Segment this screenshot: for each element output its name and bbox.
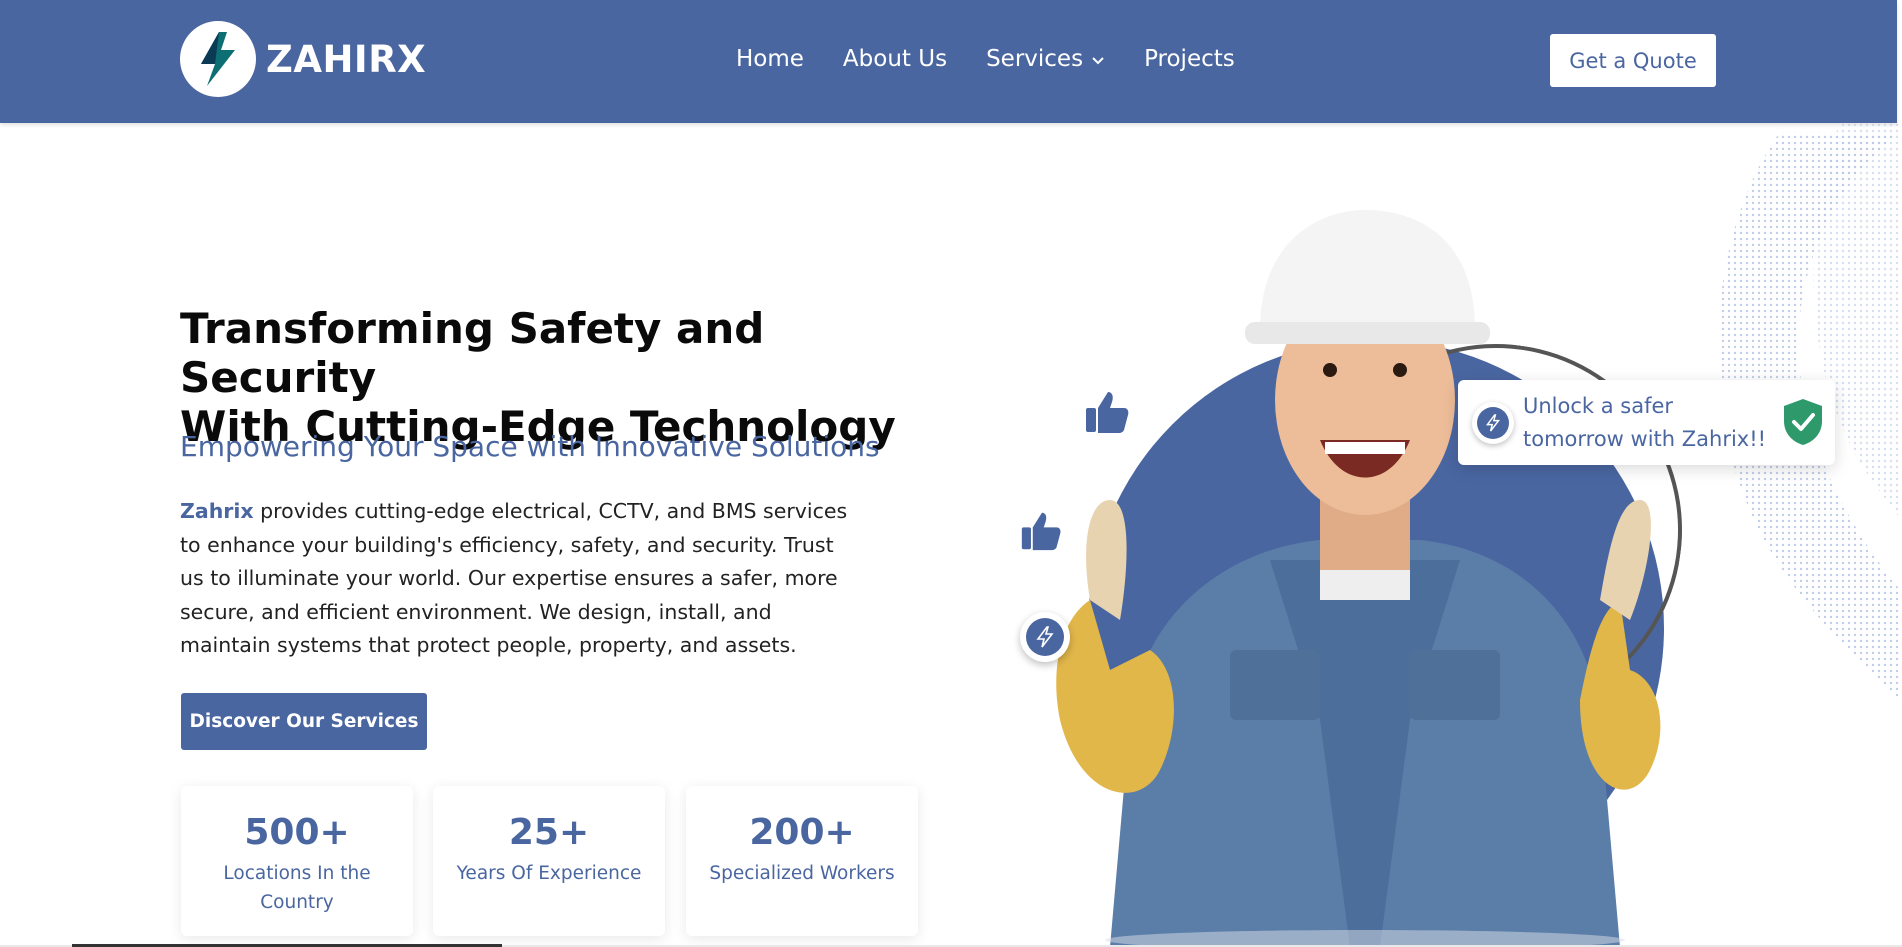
lightning-badge	[1020, 612, 1070, 662]
site-header: ZAHIRX Home About Us Services Projects G…	[0, 0, 1897, 123]
thumbs-up-icon	[1021, 512, 1061, 551]
nav-about-us[interactable]: About Us	[843, 46, 947, 72]
nav-home[interactable]: Home	[736, 46, 804, 72]
thumbs-up-icon	[1086, 392, 1129, 433]
hero-title: Transforming Safety and Security With Cu…	[180, 304, 940, 451]
page: { "brand": { "name": "ZAHIRX" }, "nav": …	[0, 0, 1902, 947]
lightning-bolt-icon	[201, 32, 235, 86]
stat-card-workers: 200+ Specialized Workers	[686, 786, 918, 936]
hero-description-text: provides cutting-edge electrical, CCTV, …	[180, 499, 848, 657]
shield-check-icon	[1784, 399, 1822, 445]
nav-services-label: Services	[986, 46, 1084, 72]
discover-services-button[interactable]: Discover Our Services	[181, 693, 427, 750]
stat-value: 200+	[749, 812, 855, 853]
stat-card-experience: 25+ Years Of Experience	[433, 786, 665, 936]
lightning-bolt-icon	[1026, 618, 1064, 656]
stat-label: Locations In the Country	[223, 863, 371, 913]
stat-label: Specialized Workers	[709, 863, 895, 884]
worker-illustration	[1056, 210, 1661, 947]
nav-projects[interactable]: Projects	[1144, 46, 1235, 72]
chevron-down-icon	[1091, 46, 1105, 72]
hero-title-line-1: Transforming Safety and Security	[180, 304, 765, 402]
stat-value: 500+	[244, 812, 350, 853]
hero-subtitle: Empowering Your Space with Innovative So…	[180, 430, 880, 463]
hero-description-brand: Zahrix	[180, 499, 254, 523]
stat-label: Years Of Experience	[456, 863, 642, 884]
stat-value: 25+	[508, 812, 590, 853]
lightning-bolt-icon	[1477, 406, 1509, 439]
safety-callout-card: Unlock a safer tomorrow with Zahrix!!	[1458, 380, 1835, 465]
main-nav: Home About Us Services Projects	[736, 46, 1274, 72]
stat-card-locations: 500+ Locations In the Country	[181, 786, 413, 936]
get-a-quote-button[interactable]: Get a Quote	[1550, 34, 1716, 87]
logo[interactable]: ZAHIRX	[180, 21, 426, 97]
brand-name: ZAHIRX	[266, 37, 427, 81]
logo-mark	[180, 21, 256, 97]
nav-services[interactable]: Services	[986, 46, 1105, 72]
lightning-badge	[1472, 401, 1514, 444]
callout-text: Unlock a safer tomorrow with Zahrix!!	[1523, 393, 1767, 451]
hero-description: Zahrix provides cutting-edge electrical,…	[180, 495, 860, 663]
